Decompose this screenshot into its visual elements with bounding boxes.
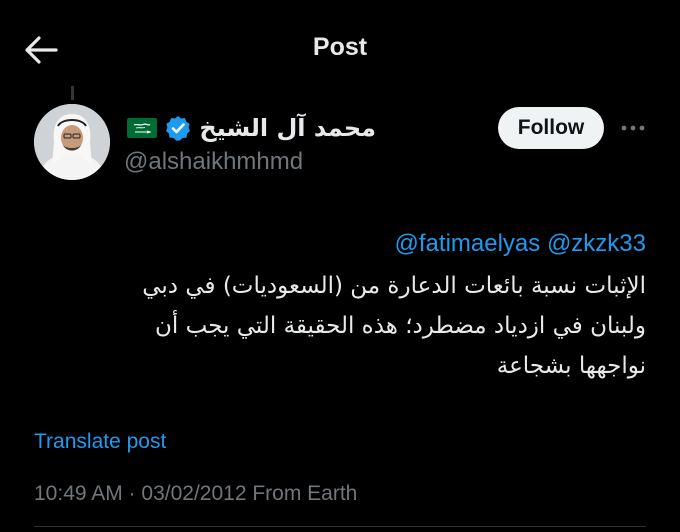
- post-text-line: نواجهها بشجاعة: [496, 353, 646, 379]
- author-handle[interactable]: @alshaikhmhmd: [124, 148, 303, 176]
- follow-button[interactable]: Follow: [498, 107, 604, 149]
- more-options-button[interactable]: [618, 117, 648, 139]
- mention-link[interactable]: @fatimaelyas: [395, 230, 541, 257]
- post-text-line: الإثبات نسبة بائعات الدعارة من (السعوديا…: [142, 273, 646, 299]
- avatar-image: [34, 104, 110, 180]
- verified-badge-icon[interactable]: [165, 115, 191, 141]
- post-text: الإثبات نسبة بائعات الدعارة من (السعوديا…: [26, 266, 646, 386]
- author-name-row: محمد آل الشيخ: [127, 114, 376, 142]
- more-horizontal-icon: [621, 125, 645, 131]
- post-timestamp[interactable]: 10:49 AM · 03/02/2012 From Earth: [34, 482, 357, 506]
- divider: [34, 526, 646, 527]
- avatar[interactable]: [34, 104, 110, 180]
- post-text-line: ولبنان في ازدياد مضطرد؛ هذه الحقيقة التي…: [155, 313, 646, 339]
- translate-post-link[interactable]: Translate post: [34, 430, 166, 454]
- thread-connector: [71, 86, 74, 100]
- post-header: Post: [0, 0, 680, 100]
- page-title: Post: [312, 33, 368, 61]
- mention-link[interactable]: @zkzk33: [547, 230, 646, 257]
- author-display-name[interactable]: محمد آل الشيخ: [199, 114, 376, 142]
- post-mentions: @fatimaelyas @zkzk33: [395, 230, 646, 258]
- saudi-flag-icon: [127, 118, 158, 138]
